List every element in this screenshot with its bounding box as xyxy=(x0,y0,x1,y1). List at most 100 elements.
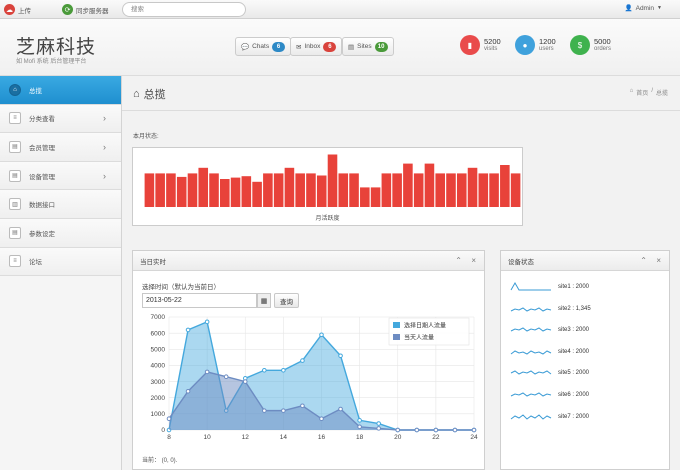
data-point[interactable] xyxy=(185,388,191,394)
collapse-icon[interactable]: ⌃ xyxy=(640,256,647,265)
collapse-icon[interactable]: ⌃ xyxy=(455,256,462,265)
bar xyxy=(166,173,176,207)
device-row[interactable]: site4 : 2000 xyxy=(510,346,589,358)
panel-title: 当日实时 xyxy=(140,258,166,266)
chats-button[interactable]: 💬 Chats 6 xyxy=(235,37,292,56)
user-icon: 👤 xyxy=(624,5,633,12)
chevron-right-icon: › xyxy=(103,113,106,124)
data-point[interactable] xyxy=(223,374,229,380)
sidebar-item-overview[interactable]: ⌂ 总揽 xyxy=(0,76,121,105)
data-point[interactable] xyxy=(376,421,381,426)
document-icon: ▤ xyxy=(9,169,21,182)
date-label: 选择时间（默认为当前日） xyxy=(142,284,220,291)
x-tick-label: 20 xyxy=(394,434,402,441)
search-input[interactable]: 搜索 xyxy=(122,2,246,17)
sparkline xyxy=(510,413,552,420)
device-label: site3 : 2000 xyxy=(558,327,590,334)
sidebar-item-settings[interactable]: ▤ 参数设定 xyxy=(0,218,121,248)
y-tick-label: 2000 xyxy=(151,395,166,402)
panel-header: 设备状态 ⌃ × xyxy=(501,251,669,271)
data-point[interactable] xyxy=(357,424,362,430)
data-point[interactable] xyxy=(262,408,267,413)
upload-button[interactable]: ☁ 上传 xyxy=(4,3,31,16)
data-point[interactable] xyxy=(471,427,477,433)
data-point[interactable] xyxy=(281,367,286,373)
data-point[interactable] xyxy=(338,406,343,412)
data-point[interactable] xyxy=(281,408,286,413)
sidebar-item-members[interactable]: ▤ 会员管理 › xyxy=(0,133,121,162)
data-point[interactable] xyxy=(395,427,401,433)
bar xyxy=(284,167,295,207)
calendar-icon[interactable]: ▦ xyxy=(257,293,271,308)
date-input[interactable]: 2013-05-22 xyxy=(142,293,257,308)
sparkline xyxy=(510,350,552,355)
device-row[interactable]: site6 : 2000 xyxy=(510,389,589,401)
device-label: site1 : 2000 xyxy=(558,284,590,290)
device-row[interactable]: site2 : 1,345 xyxy=(510,303,591,315)
chats-label: Chats xyxy=(252,43,270,50)
device-row[interactable]: site5 : 2000 xyxy=(510,367,589,379)
device-label: site2 : 1,345 xyxy=(558,305,591,312)
y-tick-label: 5000 xyxy=(151,346,166,353)
inbox-button[interactable]: ✉ Inbox 6 xyxy=(290,37,343,56)
chats-badge: 6 xyxy=(272,41,286,52)
breadcrumb-home[interactable]: 首页 xyxy=(636,88,648,97)
breadcrumb: ⌂ 首页 / 总揽 xyxy=(630,88,668,97)
data-point[interactable] xyxy=(338,353,343,359)
close-icon[interactable]: × xyxy=(656,256,661,265)
users-stat: ● 1200 users xyxy=(515,35,556,55)
sync-server-button[interactable]: ⟳ 同步服务器 xyxy=(62,3,109,16)
data-point[interactable] xyxy=(185,327,191,333)
data-point[interactable] xyxy=(166,416,172,421)
admin-menu[interactable]: 👤 Admin ▼ xyxy=(624,4,662,13)
sidebar-item-forum[interactable]: ≡ 论坛 xyxy=(0,247,121,277)
sidebar: ⌂ 总揽 ≡ 分类查看 › ▤ 会员管理 › ▤ 设备管理 › ▥ 数据接口 ▤… xyxy=(0,76,122,470)
x-tick-label: 16 xyxy=(318,434,326,441)
visits-value: 5200 xyxy=(484,36,501,46)
data-point[interactable] xyxy=(300,403,305,409)
device-label: site4 : 2000 xyxy=(558,348,590,355)
sidebar-item-devices[interactable]: ▤ 设备管理 › xyxy=(0,161,121,191)
bar xyxy=(413,173,424,207)
data-point[interactable] xyxy=(300,358,305,363)
query-button[interactable]: 查询 xyxy=(274,293,299,308)
data-point[interactable] xyxy=(242,379,248,384)
device-row[interactable]: site1 : 2000 xyxy=(510,281,589,293)
data-point[interactable] xyxy=(414,427,420,433)
realtime-panel: 当日实时 ⌃ × 选择时间（默认为当前日） 2013-05-22 ▦ 查询 8 1… xyxy=(132,250,485,470)
x-tick-label: 10 xyxy=(204,434,212,441)
bar xyxy=(241,176,252,207)
device-row[interactable]: site3 : 2000 xyxy=(510,324,589,336)
data-point[interactable] xyxy=(452,427,458,433)
bar xyxy=(273,173,284,207)
bar xyxy=(381,173,392,207)
bar xyxy=(435,173,445,207)
data-point[interactable] xyxy=(262,367,267,373)
close-icon[interactable]: × xyxy=(471,256,476,265)
data-point[interactable] xyxy=(319,332,324,338)
data-point[interactable] xyxy=(357,418,362,423)
bar-chart-icon: ▮ xyxy=(460,35,480,55)
page-title-text: 总揽 xyxy=(143,89,166,101)
bar xyxy=(424,163,435,207)
sites-button[interactable]: ▤ Sites 10 xyxy=(342,37,394,56)
sidebar-item-data-api[interactable]: ▥ 数据接口 xyxy=(0,190,121,219)
chart-icon: ▥ xyxy=(9,198,21,211)
device-label: site5 : 2000 xyxy=(558,370,590,377)
inbox-icon: ✉ xyxy=(296,43,302,51)
sites-icon: ▤ xyxy=(348,43,355,51)
bar xyxy=(327,154,338,207)
device-row[interactable]: site7 : 2000 xyxy=(510,411,589,423)
current-coordinates: 当前： (0, 0). xyxy=(142,458,178,464)
sparkline-path xyxy=(510,281,551,291)
bar xyxy=(198,167,209,207)
data-point[interactable] xyxy=(204,369,210,375)
data-point[interactable] xyxy=(376,426,381,431)
data-point[interactable] xyxy=(319,416,324,421)
sidebar-item-category[interactable]: ≡ 分类查看 › xyxy=(0,104,121,134)
data-point[interactable] xyxy=(204,319,210,325)
orders-value: 5000 xyxy=(594,36,611,46)
orders-stat: $ 5000 orders xyxy=(570,35,611,55)
orders-label: orders xyxy=(594,45,612,52)
data-point[interactable] xyxy=(433,427,439,433)
